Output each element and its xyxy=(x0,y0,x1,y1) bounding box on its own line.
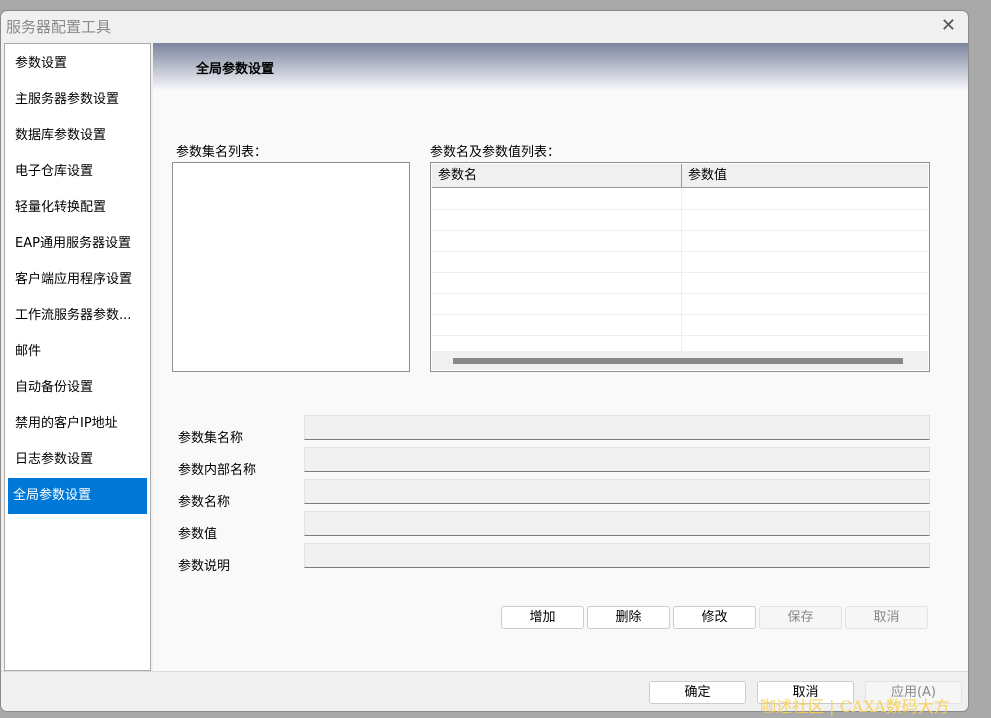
sidebar-item[interactable]: 工作流服务器参数... xyxy=(8,298,147,334)
field-label: 参数说明 xyxy=(178,559,231,574)
sidebar-item[interactable]: 数据库参数设置 xyxy=(8,118,147,154)
add-button[interactable]: 增加 xyxy=(501,606,584,629)
param-set-listbox[interactable] xyxy=(172,162,410,372)
sidebar-item[interactable]: 全局参数设置 xyxy=(8,478,147,514)
sidebar-item[interactable]: 客户端应用程序设置 xyxy=(8,262,147,298)
main-panel: 全局参数设置 参数集名列表： 参数名及参数值列表： 参数名 参数值 参数集名称参… xyxy=(153,43,968,671)
grid-label: 参数名及参数值列表： xyxy=(430,145,561,160)
watermark: 咖述社区 | CAXA数码大方 xyxy=(760,697,950,716)
set-list-label: 参数集名列表： xyxy=(176,145,268,160)
grid-header: 参数名 参数值 xyxy=(432,164,928,188)
field-label: 参数名称 xyxy=(178,495,231,510)
grid-row[interactable] xyxy=(432,189,928,210)
sidebar-item[interactable]: 轻量化转换配置 xyxy=(8,190,147,226)
grid-row[interactable] xyxy=(432,231,928,252)
sidebar-item[interactable]: 参数设置 xyxy=(8,46,147,82)
horizontal-scrollbar[interactable] xyxy=(432,351,928,370)
sidebar-item[interactable]: EAP通用服务器设置 xyxy=(8,226,147,262)
panel-banner: 全局参数设置 xyxy=(153,43,968,89)
field-label: 参数值 xyxy=(178,527,218,542)
column-header-value[interactable]: 参数值 xyxy=(682,164,727,187)
field-input[interactable] xyxy=(304,447,930,472)
delete-button[interactable]: 删除 xyxy=(587,606,670,629)
field-input[interactable] xyxy=(304,415,930,440)
sidebar-item[interactable]: 日志参数设置 xyxy=(8,442,147,478)
close-icon[interactable]: ✕ xyxy=(941,15,956,36)
scrollbar-thumb[interactable] xyxy=(453,358,903,364)
grid-row[interactable] xyxy=(432,273,928,294)
ok-button[interactable]: 确定 xyxy=(649,681,746,704)
field-input[interactable] xyxy=(304,479,930,504)
grid-row[interactable] xyxy=(432,252,928,273)
sidebar-item[interactable]: 主服务器参数设置 xyxy=(8,82,147,118)
field-label: 参数内部名称 xyxy=(178,463,257,478)
column-header-name[interactable]: 参数名 xyxy=(432,164,682,187)
cancel-edit-button[interactable]: 取消 xyxy=(845,606,928,629)
modify-button[interactable]: 修改 xyxy=(673,606,756,629)
sidebar-item[interactable]: 电子仓库设置 xyxy=(8,154,147,190)
grid-row[interactable] xyxy=(432,315,928,336)
field-label: 参数集名称 xyxy=(178,431,244,446)
config-window: 服务器配置工具 ✕ 参数设置 主服务器参数设置 数据库参数设置 电子仓库设置 轻量化转换… xyxy=(0,10,969,712)
sidebar: 参数设置 主服务器参数设置 数据库参数设置 电子仓库设置 轻量化转换配置 EAP通用服务器… xyxy=(4,43,151,671)
param-grid[interactable]: 参数名 参数值 xyxy=(430,162,930,372)
sidebar-item[interactable]: 自动备份设置 xyxy=(8,370,147,406)
grid-row[interactable] xyxy=(432,210,928,231)
field-input[interactable] xyxy=(304,543,930,568)
grid-row[interactable] xyxy=(432,294,928,315)
panel-heading: 全局参数设置 xyxy=(196,62,275,77)
sidebar-item[interactable]: 邮件 xyxy=(8,334,147,370)
window-title: 服务器配置工具 xyxy=(6,18,112,36)
sidebar-item[interactable]: 禁用的客户IP地址 xyxy=(8,406,147,442)
save-button[interactable]: 保存 xyxy=(759,606,842,629)
field-input[interactable] xyxy=(304,511,930,536)
